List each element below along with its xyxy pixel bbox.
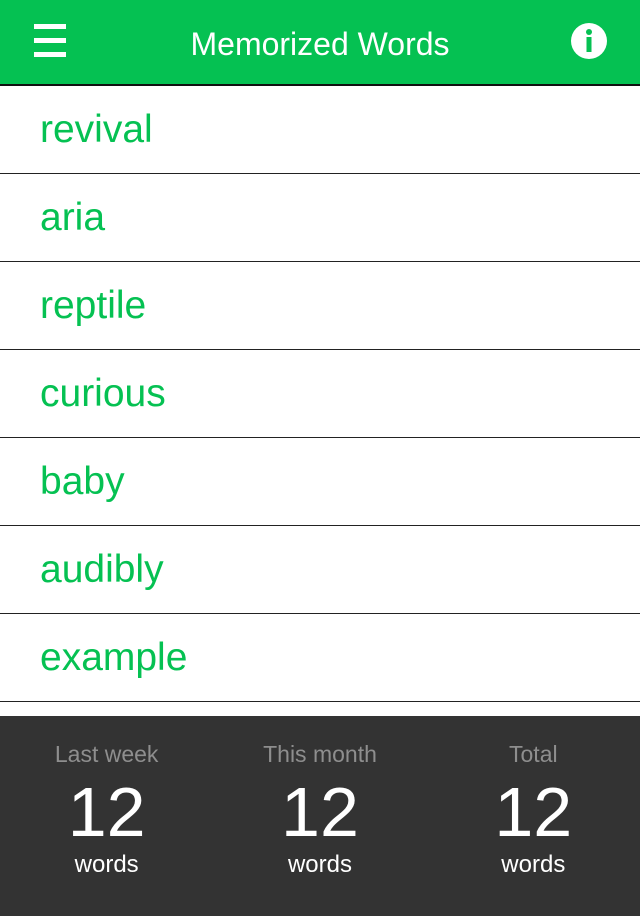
app-screen: Memorized Words revival aria reptile cur… — [0, 0, 640, 916]
stat-this-month: This month 12 words — [213, 716, 426, 916]
stat-last-week: Last week 12 words — [0, 716, 213, 916]
stat-label: This month — [263, 741, 377, 767]
page-title: Memorized Words — [190, 26, 450, 62]
stat-label: Total — [509, 741, 558, 767]
word-item[interactable]: aria — [0, 174, 640, 262]
info-icon[interactable] — [570, 22, 608, 60]
stat-unit: words — [287, 851, 352, 878]
stat-value: 12 — [281, 773, 359, 851]
stat-label: Last week — [54, 741, 159, 767]
word-item[interactable]: baby — [0, 438, 640, 526]
stat-unit: words — [501, 851, 566, 878]
stats-footer: Last week 12 words This month 12 words T… — [0, 716, 640, 916]
stat-total: Total 12 words — [427, 716, 640, 916]
word-item[interactable]: curious — [0, 350, 640, 438]
word-item[interactable]: revival — [0, 86, 640, 174]
header-bar: Memorized Words — [0, 0, 640, 86]
stat-unit: words — [74, 851, 139, 878]
stat-value: 12 — [67, 773, 146, 851]
word-list: revival aria reptile curious baby audibl… — [0, 86, 640, 716]
word-item[interactable]: reptile — [0, 262, 640, 350]
stat-value: 12 — [494, 773, 573, 851]
word-item[interactable]: example — [0, 614, 640, 702]
hamburger-menu-icon[interactable] — [30, 22, 70, 62]
word-item[interactable]: audibly — [0, 526, 640, 614]
